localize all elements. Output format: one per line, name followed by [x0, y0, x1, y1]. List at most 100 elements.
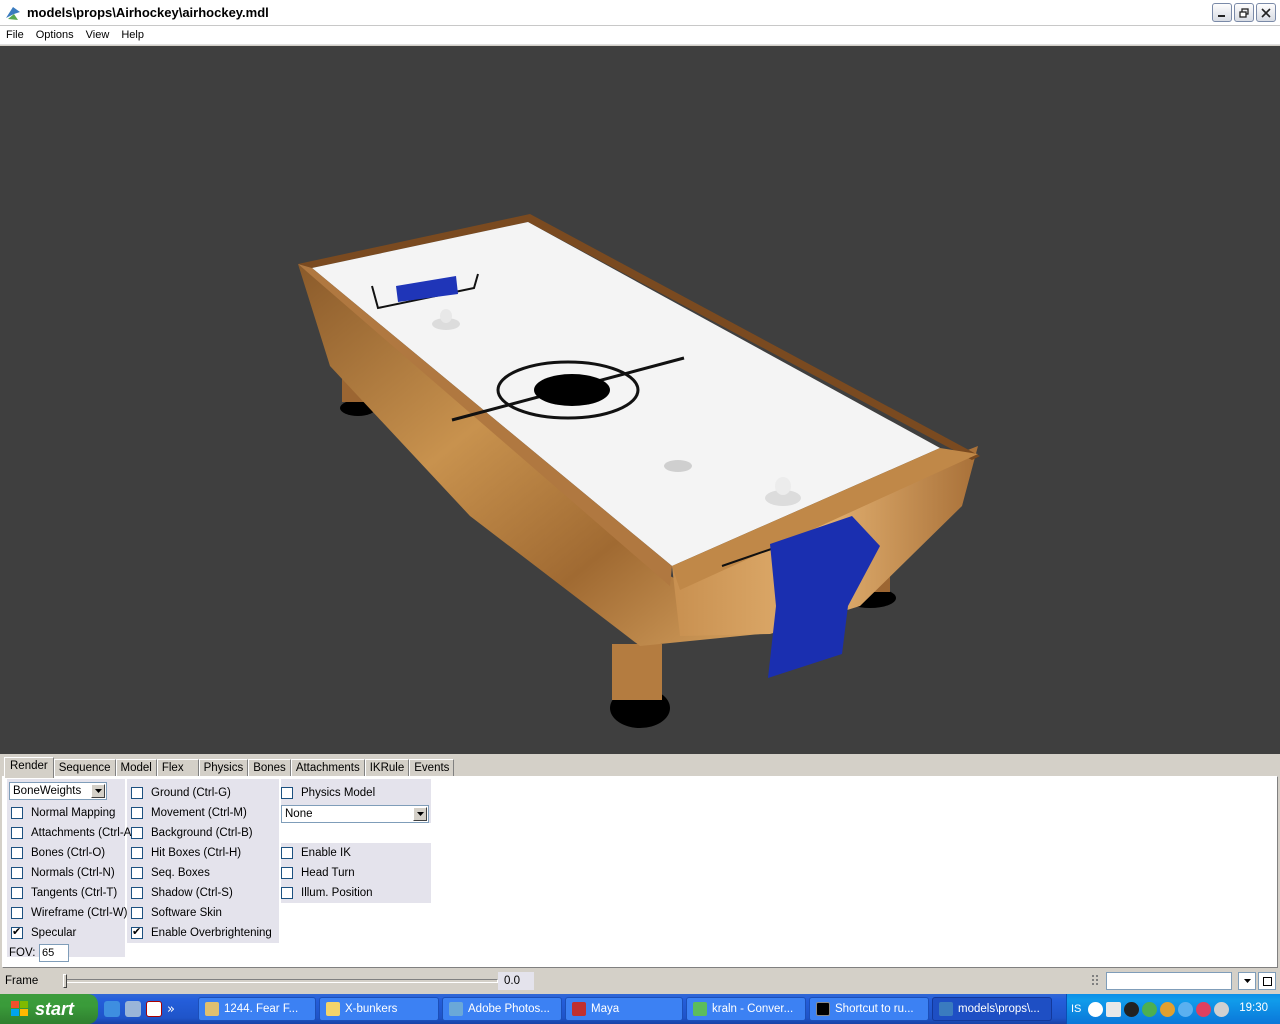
checkbox-seq-boxes[interactable]: Seq. Boxes: [131, 863, 210, 883]
checkbox-shadow[interactable]: Shadow (Ctrl-S): [131, 883, 233, 903]
taskbar-item-kraln[interactable]: kraln - Conver...: [686, 997, 806, 1021]
model-viewport[interactable]: [0, 46, 1280, 754]
checkbox-box[interactable]: [11, 847, 23, 859]
security-icon[interactable]: [1214, 1001, 1230, 1017]
minimize-button[interactable]: [1212, 3, 1232, 22]
checkbox-box[interactable]: [281, 867, 293, 879]
checkbox-box[interactable]: [131, 867, 143, 879]
checkbox-box[interactable]: [11, 887, 23, 899]
checkbox-enable-overbrightening[interactable]: Enable Overbrightening: [131, 923, 272, 943]
checkbox-wireframe[interactable]: Wireframe (Ctrl-W): [11, 903, 127, 923]
task-label: Adobe Photos...: [468, 1003, 550, 1015]
checkbox-software-skin[interactable]: Software Skin: [131, 903, 222, 923]
network-icon[interactable]: [125, 1001, 141, 1017]
network-tray-icon[interactable]: [1178, 1001, 1194, 1017]
checkbox-head-turn[interactable]: Head Turn: [281, 863, 355, 883]
checkbox-box[interactable]: [131, 925, 143, 939]
checkbox-attachments[interactable]: Attachments (Ctrl-A): [11, 823, 135, 843]
checkbox-box[interactable]: [281, 887, 293, 899]
checkbox-box[interactable]: [131, 907, 143, 919]
start-button[interactable]: start: [0, 994, 98, 1024]
taskbar: start » 1244. Fear F... X-bunkers Adobe …: [0, 994, 1280, 1024]
chevron-down-icon: [1243, 979, 1251, 983]
checkbox-illum-position[interactable]: Illum. Position: [281, 883, 373, 903]
checkbox-box[interactable]: [131, 807, 143, 819]
restore-icon: [1239, 7, 1249, 18]
checkbox-hit-boxes[interactable]: Hit Boxes (Ctrl-H): [131, 843, 241, 863]
close-button[interactable]: [1256, 3, 1276, 22]
menu-file[interactable]: File: [0, 29, 30, 41]
checkbox-label: Hit Boxes (Ctrl-H): [151, 847, 242, 859]
restore-button[interactable]: [1234, 3, 1254, 22]
checkbox-movement[interactable]: Movement (Ctrl-M): [131, 803, 247, 823]
checkbox-box[interactable]: [281, 787, 293, 799]
checkbox-background[interactable]: Background (Ctrl-B): [131, 823, 253, 843]
checkbox-box[interactable]: [11, 925, 23, 939]
checkbox-box[interactable]: [131, 787, 143, 799]
command-prompt-icon: [816, 1002, 830, 1016]
checkbox-physics-model[interactable]: Physics Model: [281, 783, 375, 803]
heart-icon[interactable]: [1196, 1001, 1212, 1017]
checkbox-label: Bones (Ctrl-O): [31, 847, 106, 859]
frame-slider-thumb[interactable]: [63, 974, 67, 988]
hlmv-app-icon: [939, 1002, 953, 1016]
render-mode-select[interactable]: BoneWeights: [9, 782, 107, 800]
checkbox-box[interactable]: [11, 867, 23, 879]
menu-view[interactable]: View: [80, 29, 116, 41]
taskbar-item-maya[interactable]: Maya: [565, 997, 683, 1021]
checkbox-box[interactable]: [131, 847, 143, 859]
checkbox-label: Enable Overbrightening: [151, 927, 272, 939]
chrome-icon[interactable]: [1160, 1001, 1176, 1017]
checkbox-label: Normals (Ctrl-N): [31, 867, 115, 879]
tray-collapse-icon[interactable]: [1088, 1001, 1104, 1017]
checkbox-label: Attachments (Ctrl-A): [31, 827, 136, 839]
checkbox-box[interactable]: [11, 827, 23, 839]
checkbox-normal-mapping[interactable]: Normal Mapping: [11, 803, 115, 823]
language-indicator[interactable]: IS: [1071, 1003, 1081, 1015]
checkbox-tangents[interactable]: Tangents (Ctrl-T): [11, 883, 117, 903]
checkbox-box[interactable]: [281, 847, 293, 859]
physics-select[interactable]: None: [281, 805, 429, 823]
checkbox-label: Movement (Ctrl-M): [151, 807, 247, 819]
checkbox-label: Ground (Ctrl-G): [151, 787, 231, 799]
address-dropdown-button[interactable]: [1238, 972, 1256, 990]
taskbar-item-fear[interactable]: 1244. Fear F...: [198, 997, 316, 1021]
taskbar-item-shortcut[interactable]: Shortcut to ru...: [809, 997, 929, 1021]
go-button[interactable]: [1258, 972, 1276, 990]
chevron-down-icon: [91, 784, 105, 798]
checkbox-box[interactable]: [131, 827, 143, 839]
checkbox-enable-ik[interactable]: Enable IK: [281, 843, 351, 863]
checkbox-label: Background (Ctrl-B): [151, 827, 253, 839]
checkbox-label: Illum. Position: [301, 887, 373, 899]
chevron-down-icon: [413, 807, 427, 821]
checkbox-box[interactable]: [131, 887, 143, 899]
minimize-icon: [1218, 14, 1225, 17]
maya-icon: [572, 1002, 586, 1016]
steam-icon[interactable]: [1124, 1001, 1140, 1017]
frame-slider[interactable]: [64, 979, 498, 983]
fov-input[interactable]: 65: [39, 944, 69, 962]
windows-logo-icon: [11, 1001, 28, 1016]
checkbox-bones[interactable]: Bones (Ctrl-O): [11, 843, 105, 863]
checkbox-label: Specular: [31, 927, 77, 939]
checkbox-ground[interactable]: Ground (Ctrl-G): [131, 783, 231, 803]
checkbox-box[interactable]: [11, 907, 23, 919]
tab-render[interactable]: Render: [4, 757, 54, 778]
valve-icon[interactable]: [146, 1001, 162, 1017]
address-input[interactable]: [1106, 972, 1232, 990]
task-label: Maya: [591, 1003, 620, 1015]
valve-tray-icon[interactable]: [1106, 1001, 1122, 1017]
taskbar-item-x-bunkers[interactable]: X-bunkers: [319, 997, 439, 1021]
menu-help[interactable]: Help: [115, 29, 150, 41]
taskbar-item-photoshop[interactable]: Adobe Photos...: [442, 997, 562, 1021]
messenger-icon[interactable]: [1142, 1001, 1158, 1017]
internet-explorer-icon[interactable]: [104, 1001, 120, 1017]
taskbar-item-models[interactable]: models\props\...: [932, 997, 1052, 1021]
window-icon: [1262, 976, 1272, 986]
task-label: kraln - Conver...: [712, 1003, 794, 1015]
menu-options[interactable]: Options: [30, 29, 80, 41]
checkbox-normals[interactable]: Normals (Ctrl-N): [11, 863, 115, 883]
checkbox-box[interactable]: [11, 807, 23, 819]
checkbox-specular[interactable]: Specular: [11, 923, 76, 943]
more-chevron-icon[interactable]: »: [167, 1002, 175, 1017]
